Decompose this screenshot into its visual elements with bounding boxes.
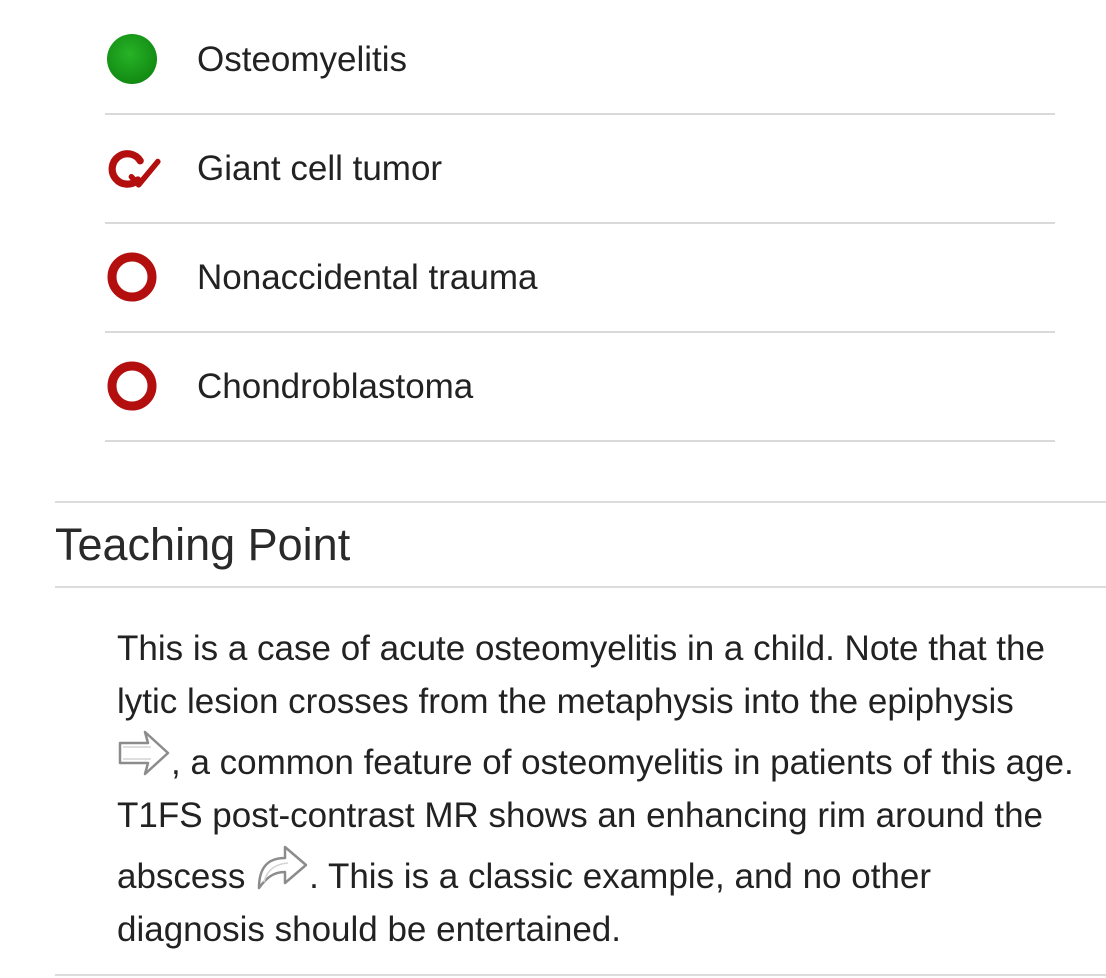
teaching-point-title: Teaching Point xyxy=(55,519,351,570)
section-divider xyxy=(55,501,1106,503)
answer-option-nonaccidental-trauma[interactable]: Nonaccidental trauma xyxy=(105,224,1055,333)
answer-options-list: Osteomyelitis Giant cell tumor Nonaccide… xyxy=(105,6,1055,442)
straight-arrow-icon xyxy=(118,730,170,776)
selected-incorrect-check-icon xyxy=(108,150,161,188)
answer-option-giant-cell-tumor[interactable]: Giant cell tumor xyxy=(105,115,1055,224)
answer-option-label: Osteomyelitis xyxy=(197,40,408,79)
incorrect-answer-icon xyxy=(107,252,157,302)
answer-option-label: Nonaccidental trauma xyxy=(197,258,538,297)
answer-option-label: Giant cell tumor xyxy=(197,149,443,188)
correct-answer-icon xyxy=(107,34,157,84)
quiz-answer-page: Osteomyelitis Giant cell tumor Nonaccide… xyxy=(0,0,1106,978)
teaching-point-text: This is a case of acute osteomyelitis in… xyxy=(117,622,1077,956)
answer-option-chondroblastoma[interactable]: Chondroblastoma xyxy=(105,333,1055,442)
teaching-text-part: This is a case of acute osteomyelitis in… xyxy=(117,629,1045,721)
curved-arrow-icon xyxy=(257,845,308,890)
section-divider xyxy=(55,586,1106,588)
answer-option-osteomyelitis[interactable]: Osteomyelitis xyxy=(105,6,1055,115)
section-divider xyxy=(55,974,1106,976)
answer-option-label: Chondroblastoma xyxy=(197,367,474,406)
incorrect-answer-icon xyxy=(107,361,157,411)
